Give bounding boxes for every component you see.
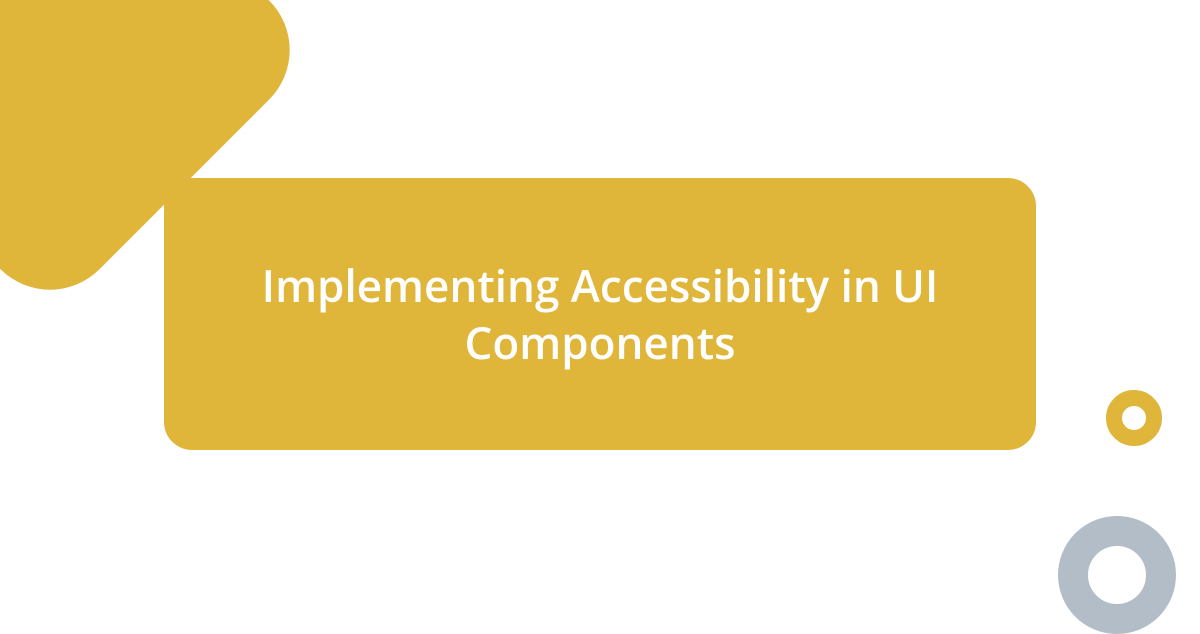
title-card: Implementing Accessibility in UI Compone… — [164, 178, 1036, 450]
ring-decoration-small — [1106, 390, 1162, 446]
page-title: Implementing Accessibility in UI Compone… — [204, 257, 996, 371]
ring-decoration-large — [1058, 516, 1176, 634]
